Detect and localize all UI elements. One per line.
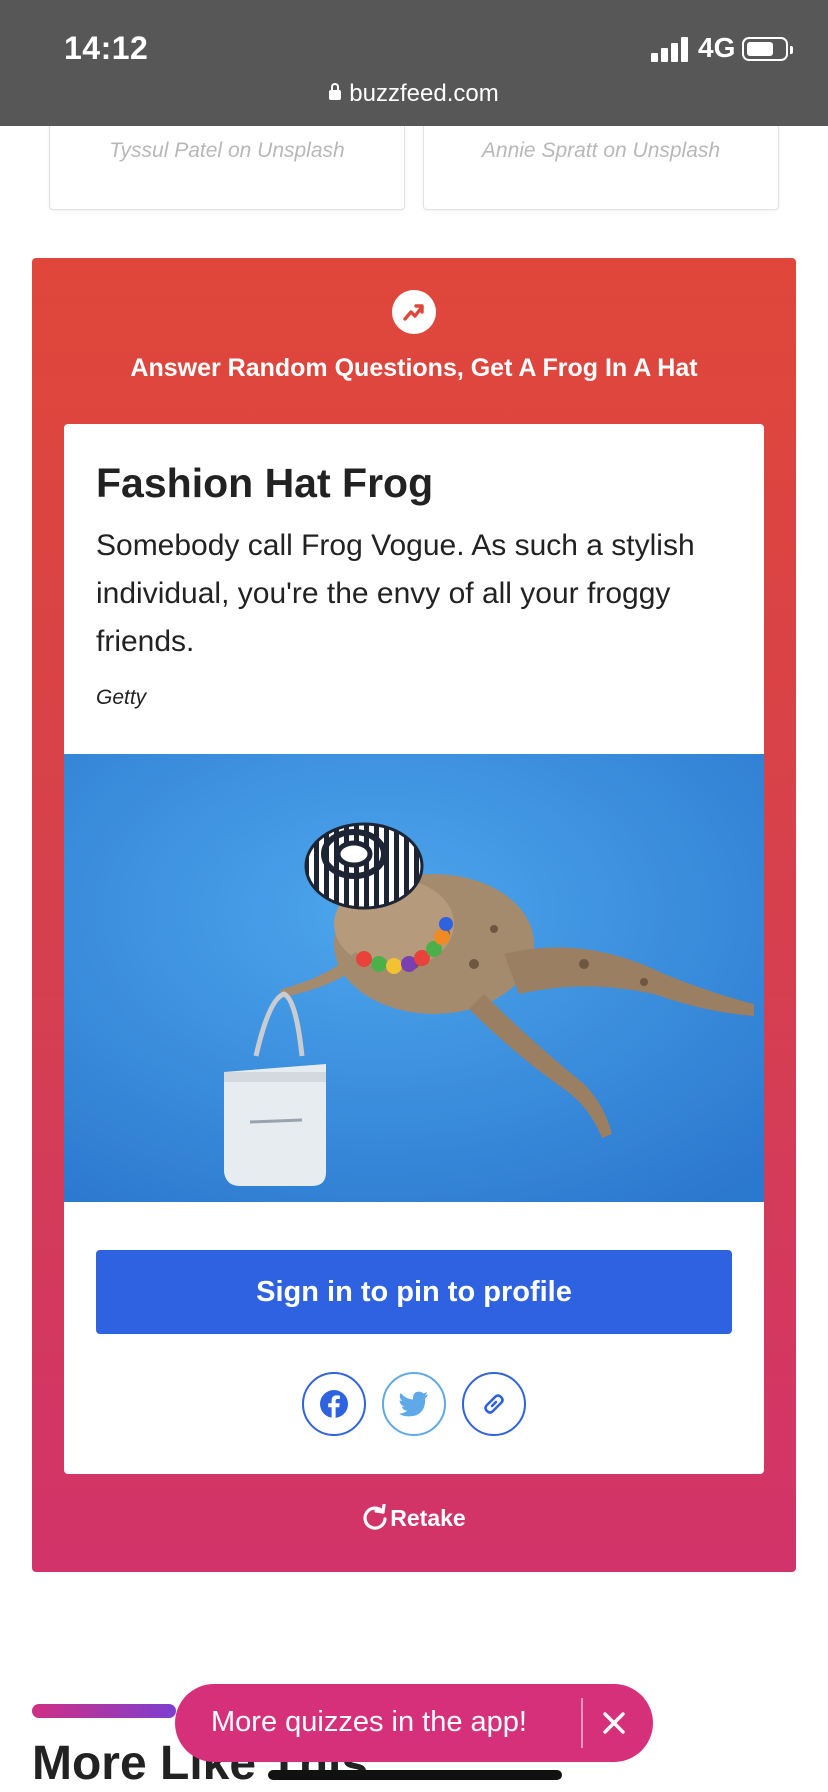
home-indicator[interactable] [268,1770,562,1780]
retake-label: Retake [390,1505,466,1531]
retake-icon [363,1503,387,1530]
photo-credit: Annie Spratt on Unsplash [424,139,778,163]
section-accent-bar [32,1704,176,1718]
result-image [64,754,764,1202]
lock-icon [329,83,342,100]
image-credit: Getty [96,686,147,709]
credit-source[interactable]: Unsplash [633,139,721,162]
signal-strength-icon [651,36,691,62]
credit-joiner: on [603,139,627,162]
result-heading: Fashion Hat Frog [96,460,434,506]
share-buttons [64,1372,764,1436]
twitter-share-button[interactable] [382,1372,446,1436]
quiz-title[interactable]: Answer Random Questions, Get A Frog In A… [32,354,796,383]
close-icon [603,1712,625,1734]
app-promo-banner[interactable]: More quizzes in the app! [175,1684,653,1762]
photo-credit: Tyssul Patel on Unsplash [50,139,404,163]
retake-button[interactable]: Retake [32,1503,796,1532]
quiz-result-panel: Answer Random Questions, Get A Frog In A… [32,258,796,1572]
link-icon [484,1394,504,1414]
facebook-share-button[interactable] [302,1372,366,1436]
result-description: Somebody call Frog Vogue. As such a styl… [96,529,695,658]
copy-link-button[interactable] [462,1372,526,1436]
close-promo-button[interactable] [589,1698,639,1748]
network-type: 4G [698,32,736,63]
sign-in-to-pin-button[interactable]: Sign in to pin to profile [96,1250,732,1334]
address-bar[interactable]: buzzfeed.com [0,80,828,108]
trending-icon [392,290,436,334]
facebook-icon [320,1390,348,1418]
url-text: buzzfeed.com [349,80,499,107]
app-promo-text[interactable]: More quizzes in the app! [211,1706,527,1739]
credit-author[interactable]: Tyssul Patel [109,139,222,162]
twitter-icon [399,1391,428,1417]
clock: 14:12 [64,30,149,66]
credit-source[interactable]: Unsplash [257,139,345,162]
battery-icon [742,37,793,61]
credit-joiner: on [227,139,252,162]
credit-author[interactable]: Annie Spratt [482,139,598,162]
status-bar: 14:12 4G buzzfeed.com [0,0,828,126]
promo-divider [581,1698,583,1748]
result-card: Fashion Hat Frog Somebody call Frog Vogu… [64,424,764,1474]
